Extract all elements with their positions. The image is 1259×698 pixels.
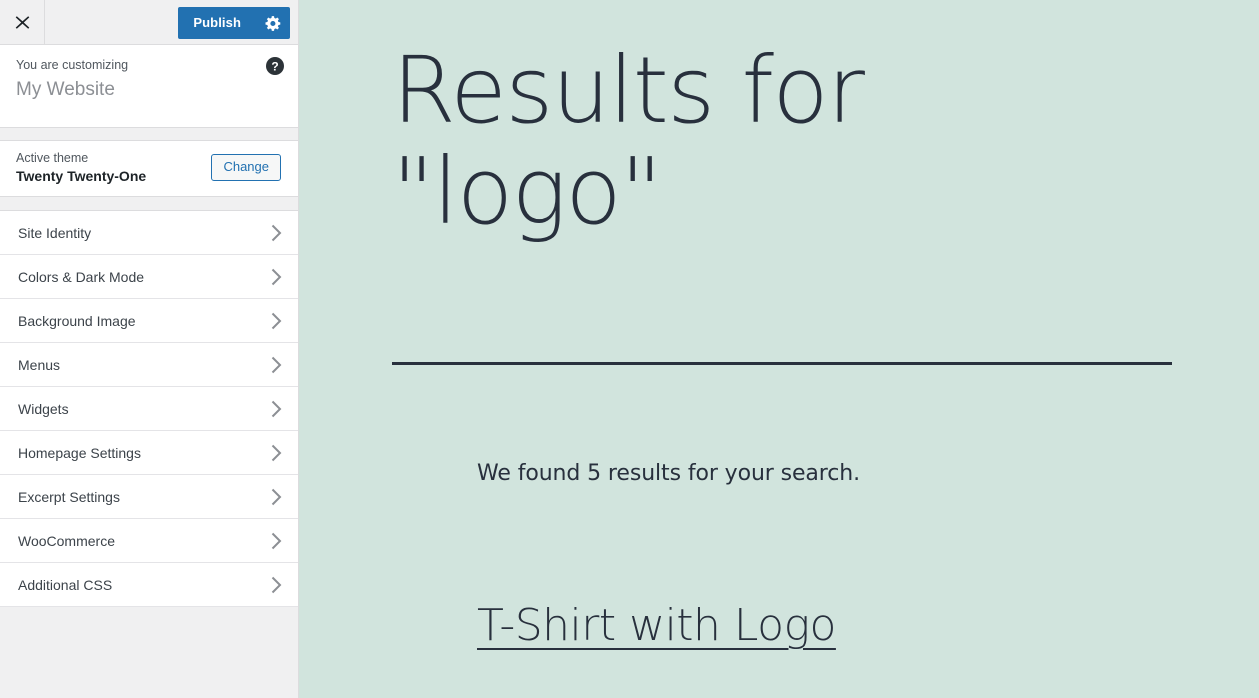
close-customizer-button[interactable] xyxy=(0,0,45,44)
customizer-section-list: Site Identity Colors & Dark Mode Backgro… xyxy=(0,210,298,607)
customizing-eyebrow: You are customizing xyxy=(16,58,129,72)
page-title-line-2: "logo" xyxy=(392,138,662,246)
customizer-sidebar: Publish You are customizing My Website ? xyxy=(0,0,299,698)
preview-content: Results for "logo" We found 5 results for… xyxy=(299,0,1259,698)
chevron-right-icon xyxy=(271,400,282,418)
customizer-header: Publish xyxy=(0,0,298,45)
chevron-right-icon xyxy=(271,312,282,330)
sidebar-item-label: Colors & Dark Mode xyxy=(18,268,145,285)
page-title-line-1: Results for xyxy=(392,37,865,144)
publish-button[interactable]: Publish xyxy=(178,7,255,39)
chevron-right-icon xyxy=(271,268,282,286)
panel-divider-top xyxy=(0,128,298,141)
sidebar-item-widgets[interactable]: Widgets xyxy=(0,387,298,431)
sidebar-item-label: Additional CSS xyxy=(18,576,113,593)
chevron-right-icon xyxy=(271,576,282,594)
publish-settings-button[interactable] xyxy=(255,7,290,39)
sidebar-item-colors-dark-mode[interactable]: Colors & Dark Mode xyxy=(0,255,298,299)
sidebar-item-label: Excerpt Settings xyxy=(18,488,120,505)
title-divider xyxy=(392,362,1172,365)
sidebar-item-background-image[interactable]: Background Image xyxy=(0,299,298,343)
chevron-right-icon xyxy=(271,444,282,462)
sidebar-item-label: WooCommerce xyxy=(18,532,115,549)
sidebar-item-label: Homepage Settings xyxy=(18,444,141,461)
sidebar-item-label: Background Image xyxy=(18,312,136,329)
sidebar-item-woocommerce[interactable]: WooCommerce xyxy=(0,519,298,563)
sidebar-item-site-identity[interactable]: Site Identity xyxy=(0,211,298,255)
sidebar-item-excerpt-settings[interactable]: Excerpt Settings xyxy=(0,475,298,519)
sidebar-item-label: Widgets xyxy=(18,400,69,417)
chevron-right-icon xyxy=(271,488,282,506)
customizing-info-panel: You are customizing My Website ? xyxy=(0,45,298,128)
sidebar-item-additional-css[interactable]: Additional CSS xyxy=(0,563,298,607)
chevron-right-icon xyxy=(271,356,282,374)
publish-group: Publish xyxy=(178,7,290,39)
sidebar-item-label: Menus xyxy=(18,356,61,373)
active-theme-panel: Active theme Twenty Twenty-One Change xyxy=(0,141,298,197)
site-preview-frame: Results for "logo" We found 5 results for… xyxy=(299,0,1259,698)
panel-divider-sections xyxy=(0,197,298,210)
help-icon[interactable]: ? xyxy=(265,56,285,76)
gear-icon xyxy=(265,15,282,32)
change-theme-button[interactable]: Change xyxy=(211,154,281,181)
site-title: My Website xyxy=(16,79,115,100)
sidebar-item-homepage-settings[interactable]: Homepage Settings xyxy=(0,431,298,475)
svg-text:?: ? xyxy=(271,60,278,74)
customizer-screen: Publish You are customizing My Website ? xyxy=(0,0,1259,698)
page-title: Results for "logo" xyxy=(392,40,1182,242)
close-icon xyxy=(15,15,30,30)
sidebar-item-label: Site Identity xyxy=(18,224,92,241)
search-result-product-link[interactable]: T-Shirt with Logo xyxy=(477,600,836,651)
chevron-right-icon xyxy=(271,532,282,550)
chevron-right-icon xyxy=(271,224,282,242)
results-count-text: We found 5 results for your search. xyxy=(477,461,861,486)
sidebar-item-menus[interactable]: Menus xyxy=(0,343,298,387)
